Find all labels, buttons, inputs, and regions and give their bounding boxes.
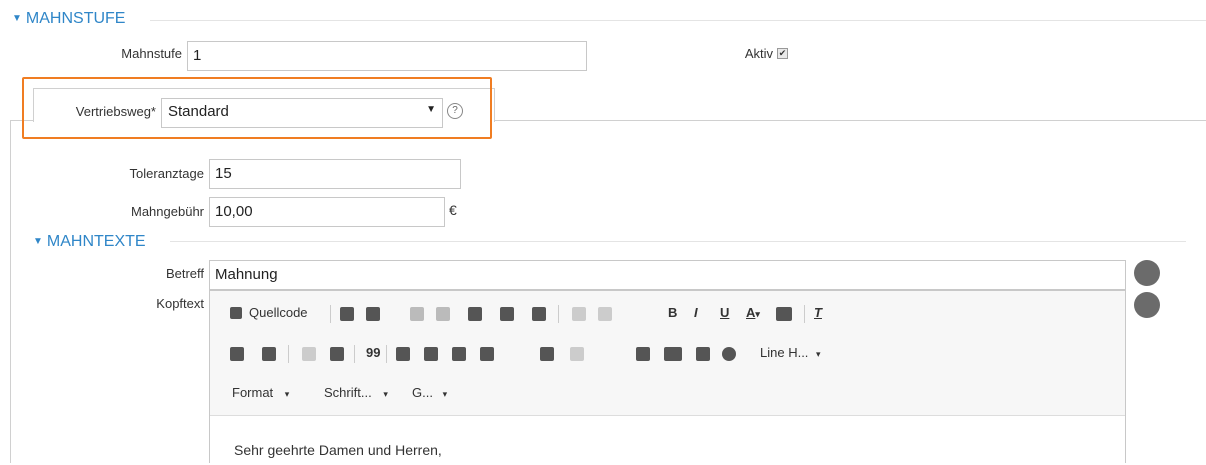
kopftext-label: Kopftext: [156, 296, 204, 311]
underline-button[interactable]: U: [720, 305, 729, 320]
globe-icon[interactable]: [1134, 292, 1160, 318]
bold-button[interactable]: B: [668, 305, 677, 320]
toolbar-separator: [558, 305, 559, 323]
toolbar-row-2: 99 Line H... ▾: [220, 345, 1110, 365]
tab-panel-border: [10, 120, 11, 463]
numbered-list-icon[interactable]: [230, 347, 244, 361]
format-label: Format: [232, 385, 274, 400]
toolbar-separator: [330, 305, 331, 323]
undo-icon[interactable]: [572, 307, 586, 321]
align-justify-icon[interactable]: [480, 347, 494, 361]
horizontal-line-icon[interactable]: [696, 347, 710, 361]
chevron-down-icon: ▾: [816, 349, 821, 359]
toolbar-separator: [386, 345, 387, 363]
background-color-icon[interactable]: [776, 307, 792, 321]
paste-text-icon[interactable]: [500, 307, 514, 321]
toolbar-row-1: Quellcode B I U A▾ T: [220, 305, 1110, 325]
toolbar-separator: [288, 345, 289, 363]
size-dropdown[interactable]: G... ▾: [412, 385, 447, 400]
aktiv-label: Aktiv: [744, 46, 773, 61]
align-right-icon[interactable]: [452, 347, 466, 361]
mahnstufe-label: Mahnstufe: [121, 46, 182, 61]
source-icon: [230, 307, 242, 319]
collapse-triangle-icon: ▼: [33, 236, 43, 247]
betreff-label: Betreff: [165, 266, 204, 281]
preview-icon[interactable]: [340, 307, 354, 321]
chevron-down-icon: ▾: [383, 389, 388, 399]
mahnstufe-input[interactable]: 1: [187, 41, 587, 71]
collapse-triangle-icon: ▼: [12, 13, 22, 24]
vertriebsweg-select[interactable]: Standard ▼: [161, 98, 443, 128]
aktiv-checkbox[interactable]: ✔: [777, 48, 788, 59]
source-button[interactable]: Quellcode: [249, 305, 308, 320]
betreff-input[interactable]: Mahnung: [209, 260, 1126, 290]
align-center-icon[interactable]: [424, 347, 438, 361]
copy-icon[interactable]: [436, 307, 450, 321]
kopftext-editor: Quellcode B I U A▾ T 99 Line H... ▾ Form…: [209, 290, 1126, 465]
font-color-label: A: [746, 305, 756, 320]
currency-symbol: €: [449, 202, 457, 218]
bulleted-list-icon[interactable]: [262, 347, 276, 361]
mahngebuehr-input[interactable]: 10,00: [209, 197, 445, 227]
paste-word-icon[interactable]: [532, 307, 546, 321]
format-dropdown[interactable]: Format ▾: [232, 385, 289, 400]
font-color-button[interactable]: A▾: [746, 305, 760, 320]
toolbar-separator: [804, 305, 805, 323]
paste-icon[interactable]: [468, 307, 482, 321]
align-left-icon[interactable]: [396, 347, 410, 361]
line-height-label: Line H...: [760, 345, 809, 360]
cut-icon[interactable]: [410, 307, 424, 321]
font-label: Schrift...: [324, 385, 372, 400]
chevron-down-icon: ▾: [284, 389, 290, 399]
editor-text: Sehr geehrte Damen und Herren,: [234, 442, 442, 458]
toolbar-separator: [354, 345, 355, 363]
remove-format-icon[interactable]: T: [814, 305, 822, 320]
section-title-mahntexte[interactable]: ▼ MAHNTEXTE: [33, 233, 146, 251]
section-title-mahnstufe[interactable]: ▼ MAHNSTUFE: [12, 10, 125, 28]
toolbar-row-3: Format ▾ Schrift... ▾ G... ▾: [220, 385, 1110, 405]
toleranztage-input[interactable]: 15: [209, 159, 461, 189]
editor-content[interactable]: Sehr geehrte Damen und Herren,: [210, 415, 1125, 465]
vertriebsweg-value: Standard: [168, 103, 229, 120]
indent-icon[interactable]: [330, 347, 344, 361]
image-icon[interactable]: [636, 347, 650, 361]
globe-icon[interactable]: [1134, 260, 1160, 286]
globe-icon[interactable]: [722, 347, 736, 361]
toleranztage-label: Toleranztage: [129, 166, 204, 181]
outdent-icon[interactable]: [302, 347, 316, 361]
redo-icon[interactable]: [598, 307, 612, 321]
font-dropdown[interactable]: Schrift... ▾: [324, 385, 388, 400]
chevron-down-icon: ▼: [426, 104, 436, 115]
vertriebsweg-label: Vertriebsweg*: [75, 104, 156, 119]
table-icon[interactable]: [664, 347, 682, 361]
mahngebuehr-label: Mahngebühr: [131, 204, 204, 219]
blockquote-icon[interactable]: 99: [366, 345, 380, 360]
section-divider: [150, 20, 1206, 21]
line-height-dropdown[interactable]: Line H... ▾: [760, 345, 821, 360]
chevron-down-icon: ▾: [442, 389, 448, 399]
unlink-icon[interactable]: [570, 347, 584, 361]
italic-button[interactable]: I: [694, 305, 698, 320]
help-icon[interactable]: ?: [447, 103, 463, 119]
size-label: G...: [412, 385, 433, 400]
chevron-down-icon: ▾: [755, 309, 760, 319]
section-divider: [170, 241, 1186, 242]
print-icon[interactable]: [366, 307, 380, 321]
link-icon[interactable]: [540, 347, 554, 361]
